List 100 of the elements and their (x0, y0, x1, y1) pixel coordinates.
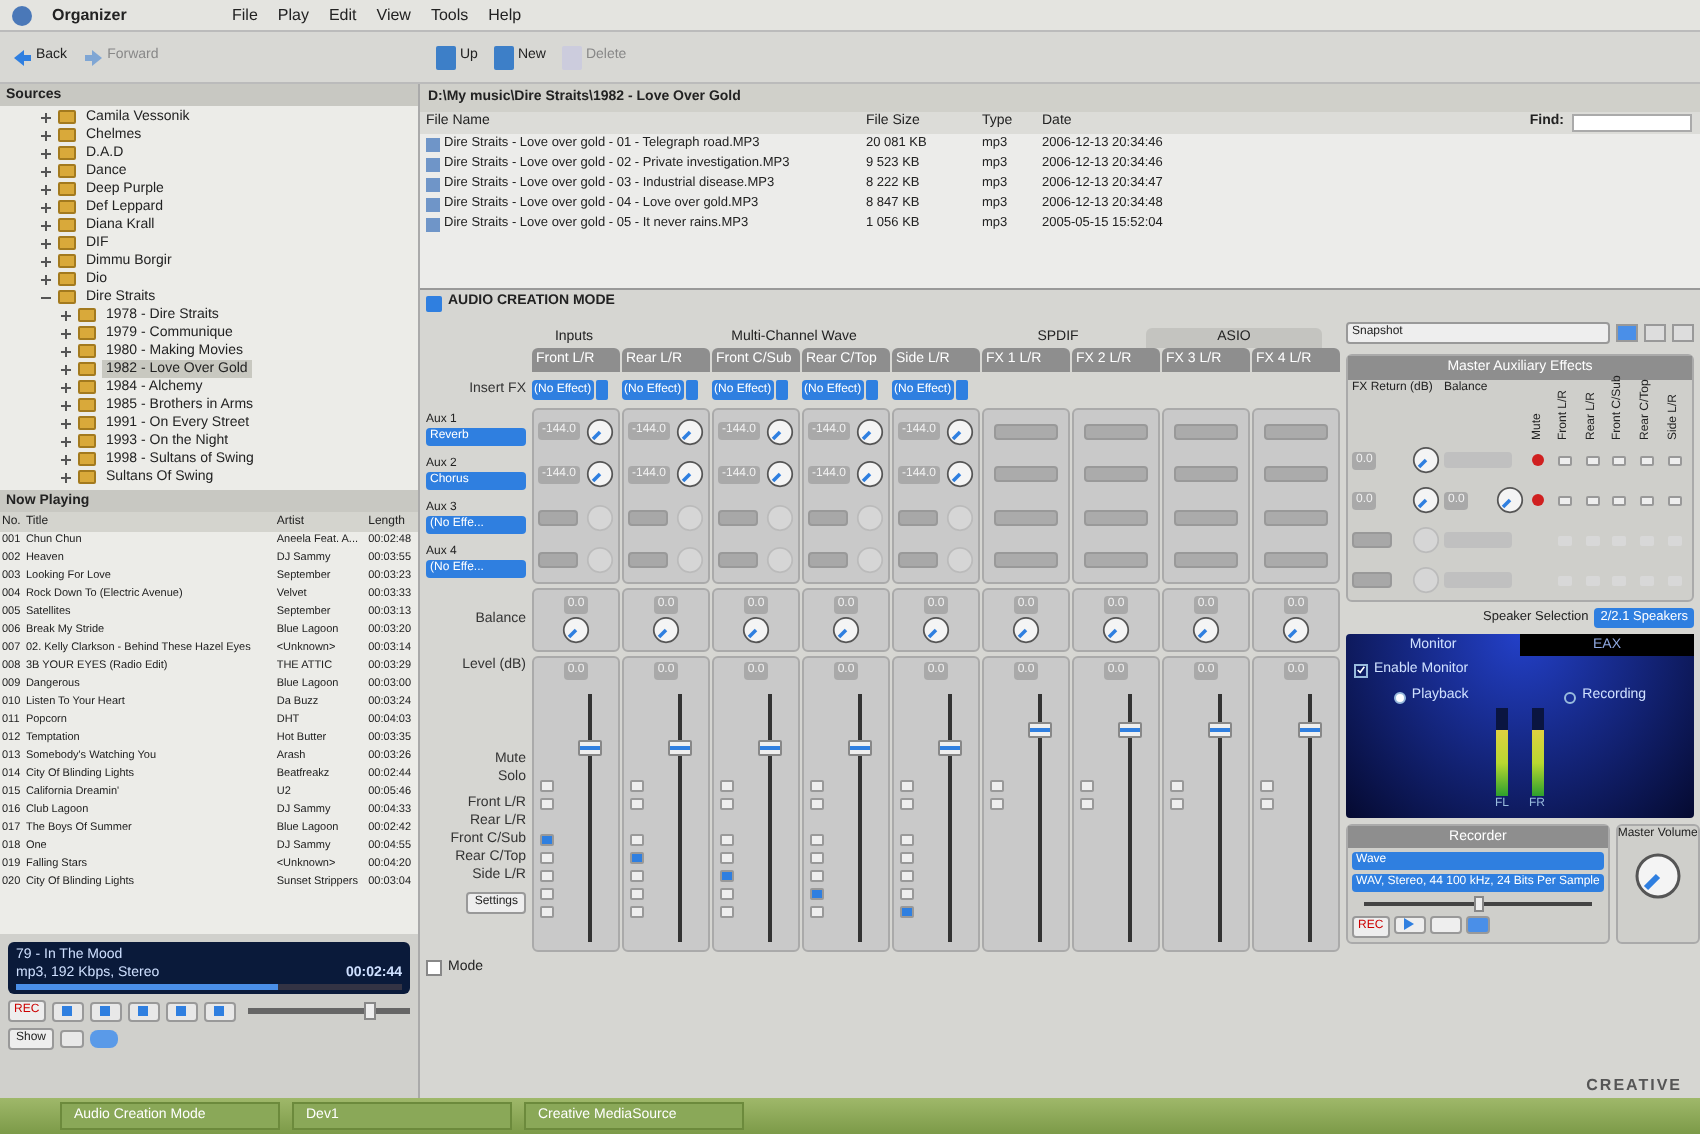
plus-icon[interactable] (60, 417, 72, 429)
plus-icon[interactable] (40, 237, 52, 249)
solo-toggle[interactable] (810, 798, 824, 810)
recorder-level-thumb[interactable] (1473, 895, 1484, 912)
volume-thumb[interactable] (363, 1002, 376, 1020)
plus-icon[interactable] (60, 363, 72, 375)
mute-toggle[interactable] (630, 780, 644, 792)
route-toggle[interactable] (810, 870, 824, 882)
plus-icon[interactable] (40, 165, 52, 177)
route-toggle[interactable] (630, 852, 644, 864)
radio-button[interactable] (1564, 691, 1577, 703)
route-toggle[interactable] (540, 888, 554, 900)
plus-icon[interactable] (60, 309, 72, 321)
mute-indicator[interactable] (1532, 454, 1544, 466)
fader-thumb[interactable] (757, 740, 781, 757)
menu-item[interactable]: File (232, 3, 258, 27)
enable-monitor-checkbox[interactable] (1354, 663, 1368, 677)
knob[interactable] (946, 460, 974, 489)
knob[interactable] (1102, 616, 1130, 644)
plus-icon[interactable] (40, 111, 52, 123)
stop-button[interactable] (1429, 915, 1462, 934)
find-field[interactable] (1572, 114, 1692, 132)
transport-button[interactable] (165, 1001, 198, 1021)
solo-toggle[interactable] (1260, 798, 1274, 810)
knob[interactable] (1412, 446, 1440, 474)
knob[interactable] (742, 616, 770, 644)
plus-icon[interactable] (40, 183, 52, 195)
route-toggle[interactable] (630, 834, 644, 846)
plus-icon[interactable] (60, 381, 72, 393)
knob[interactable] (562, 616, 590, 644)
route-toggle[interactable] (720, 834, 734, 846)
route-toggle[interactable] (630, 906, 644, 918)
solo-toggle[interactable] (900, 798, 914, 810)
route-toggle[interactable] (810, 888, 824, 900)
fader-thumb[interactable] (847, 740, 871, 757)
knob[interactable] (766, 460, 794, 489)
menu-item[interactable]: Help (488, 3, 522, 27)
knob[interactable] (856, 417, 884, 446)
route-toggle[interactable] (900, 906, 914, 918)
plus-icon[interactable] (60, 435, 72, 447)
route-toggle[interactable] (810, 834, 824, 846)
mute-toggle[interactable] (990, 780, 1004, 792)
menu-item[interactable]: View (376, 3, 411, 27)
mute-toggle[interactable] (900, 780, 914, 792)
route-toggle[interactable] (720, 888, 734, 900)
route-toggle[interactable] (810, 852, 824, 864)
plus-icon[interactable] (40, 273, 52, 285)
plus-icon[interactable] (40, 255, 52, 267)
plus-icon[interactable] (60, 399, 72, 411)
plus-icon[interactable] (40, 147, 52, 159)
menu-item[interactable]: Play (277, 3, 309, 27)
solo-toggle[interactable] (1170, 798, 1184, 810)
route-toggle[interactable] (630, 870, 644, 882)
mute-toggle[interactable] (540, 780, 554, 792)
transport-button[interactable] (89, 1001, 122, 1021)
fader-thumb[interactable] (667, 740, 691, 757)
knob[interactable] (1412, 486, 1440, 514)
knob[interactable] (1012, 616, 1040, 644)
route-toggle[interactable] (900, 870, 914, 882)
knob[interactable] (676, 417, 704, 446)
knob[interactable] (1496, 486, 1524, 514)
radio-button[interactable] (1393, 691, 1406, 703)
route-toggle[interactable] (540, 834, 554, 846)
route-toggle[interactable] (540, 870, 554, 882)
plus-icon[interactable] (60, 453, 72, 465)
knob[interactable] (832, 616, 860, 644)
more-button[interactable] (775, 380, 788, 400)
solo-toggle[interactable] (720, 798, 734, 810)
knob[interactable] (586, 417, 614, 446)
route-toggle[interactable] (540, 906, 554, 918)
solo-toggle[interactable] (1080, 798, 1094, 810)
mute-indicator[interactable] (1532, 494, 1544, 506)
more-button[interactable] (685, 380, 698, 400)
more-button[interactable] (865, 380, 878, 400)
route-toggle[interactable] (630, 888, 644, 900)
mode-checkbox[interactable] (426, 960, 442, 977)
mute-toggle[interactable] (810, 780, 824, 792)
mute-toggle[interactable] (720, 780, 734, 792)
fader-thumb[interactable] (937, 740, 961, 757)
route-toggle[interactable] (900, 834, 914, 846)
fader-thumb[interactable] (1027, 721, 1051, 738)
route-toggle[interactable] (900, 888, 914, 900)
transport-button[interactable] (203, 1001, 236, 1021)
knob[interactable] (1633, 851, 1682, 900)
play-button[interactable] (1393, 915, 1426, 934)
plus-icon[interactable] (40, 129, 52, 141)
knob[interactable] (586, 460, 614, 489)
more-button[interactable] (955, 380, 968, 400)
knob[interactable] (1192, 616, 1220, 644)
knob[interactable] (676, 460, 704, 489)
knob[interactable] (652, 616, 680, 644)
fader-thumb[interactable] (1117, 721, 1141, 738)
transport-button[interactable] (51, 1001, 84, 1021)
mute-toggle[interactable] (1080, 780, 1094, 792)
route-toggle[interactable] (900, 852, 914, 864)
menu-item[interactable]: Tools (430, 3, 469, 27)
route-toggle[interactable] (720, 870, 734, 882)
knob[interactable] (922, 616, 950, 644)
route-toggle[interactable] (540, 852, 554, 864)
route-toggle[interactable] (810, 906, 824, 918)
